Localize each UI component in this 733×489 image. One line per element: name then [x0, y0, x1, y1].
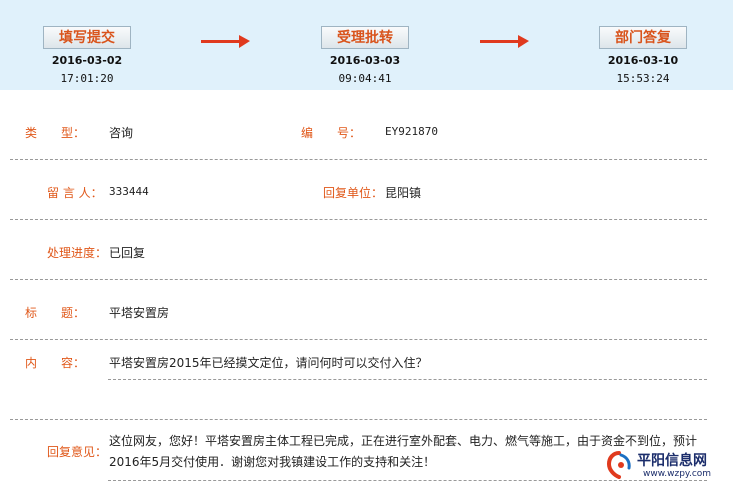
step-accept-time: 09:04:41 — [338, 72, 392, 85]
author-label: 留 言 人： — [47, 186, 103, 200]
step-accept: 受理批转 2016-03-03 09:04:41 — [319, 26, 411, 85]
author-value: 333444 — [109, 185, 149, 198]
site-url: www.wzpy.com — [643, 469, 712, 479]
divider — [10, 419, 707, 420]
step-reply-button[interactable]: 部门答复 — [599, 26, 687, 49]
progress-banner: 填写提交 2016-03-02 17:01:20 受理批转 2016-03-03… — [0, 0, 733, 90]
content-value: 平塔安置房2015年已经摸文定位，请问何时可以交付入住？ — [109, 356, 428, 370]
site-name: 平阳信息网 — [637, 453, 707, 469]
status-label: 处理进度： — [47, 246, 108, 260]
step-reply: 部门答复 2016-03-10 15:53:24 — [597, 26, 689, 85]
step-accept-date: 2016-03-03 — [329, 54, 401, 67]
number-label: 编 号： — [301, 126, 362, 140]
reply-unit-label: 回复单位： — [323, 186, 384, 200]
divider — [10, 279, 707, 280]
step-accept-button[interactable]: 受理批转 — [321, 26, 409, 49]
step-submit-date: 2016-03-02 — [51, 54, 123, 67]
divider — [10, 159, 707, 160]
arrow-right-icon — [201, 35, 251, 48]
number-value: EY921870 — [385, 125, 438, 138]
divider — [10, 219, 707, 220]
content-label: 内 容： — [25, 356, 86, 370]
divider — [10, 339, 707, 340]
step-submit-button[interactable]: 填写提交 — [43, 26, 131, 49]
type-label: 类 型： — [25, 126, 86, 140]
step-reply-time: 15:53:24 — [616, 72, 670, 85]
title-label: 标 题： — [25, 306, 86, 320]
reply-unit-value: 昆阳镇 — [385, 186, 422, 200]
step-submit-time: 17:01:20 — [60, 72, 114, 85]
step-reply-date: 2016-03-10 — [607, 54, 679, 67]
arrow-right-icon — [480, 35, 530, 48]
divider — [108, 379, 707, 380]
status-value: 已回复 — [109, 246, 146, 260]
site-watermark: 平阳信息网 www.wzpy.com — [603, 449, 728, 485]
step-submit: 填写提交 2016-03-02 17:01:20 — [41, 26, 133, 85]
type-value: 咨询 — [109, 126, 134, 140]
site-logo-icon — [606, 451, 631, 479]
reply-label: 回复意见： — [47, 445, 108, 459]
title-value: 平塔安置房 — [109, 306, 170, 320]
